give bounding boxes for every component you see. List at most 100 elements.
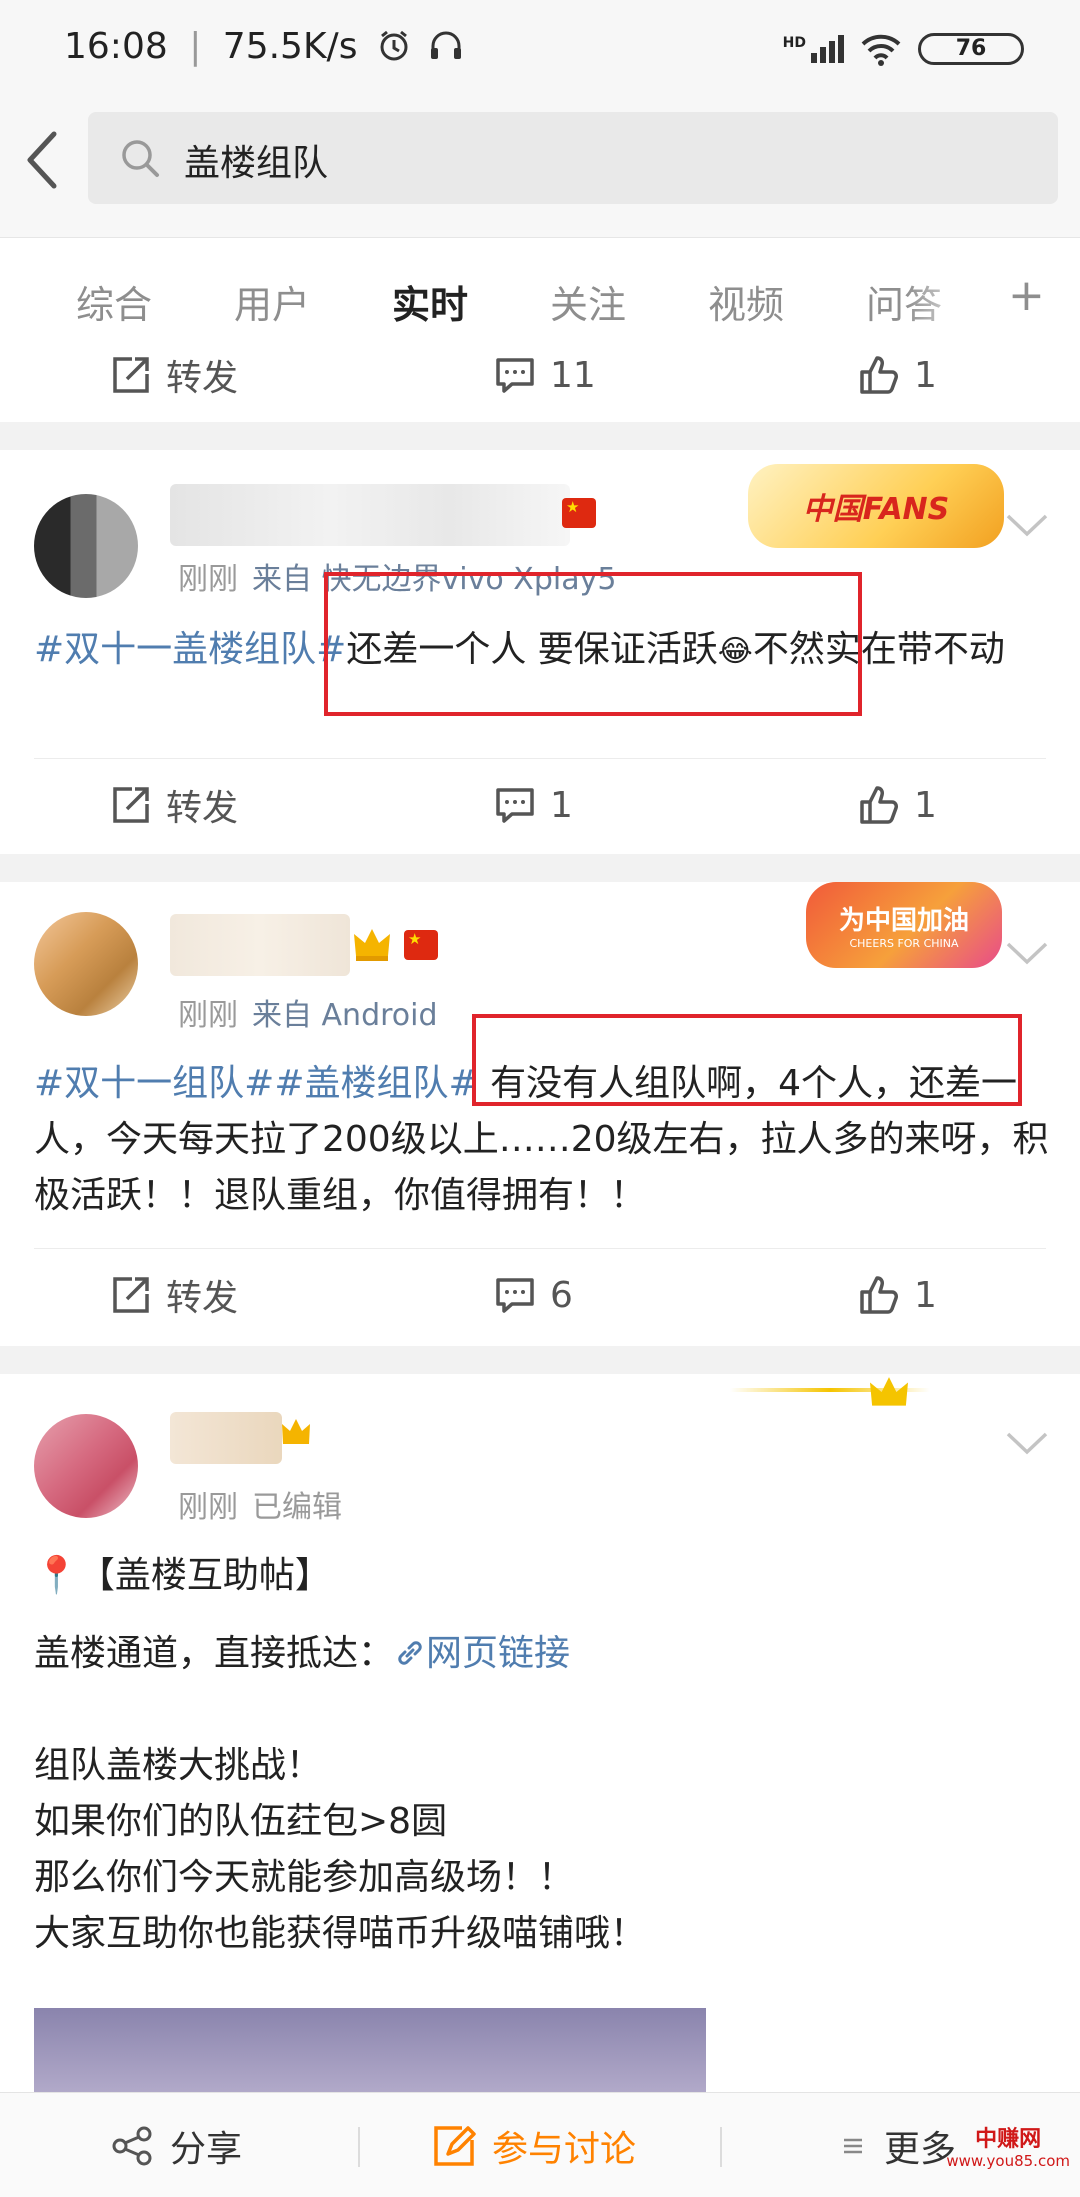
alarm-icon <box>380 30 408 61</box>
comment-button[interactable]: 1 <box>494 782 573 828</box>
share-label: 分享 <box>170 2129 243 2170</box>
status-bar: 16:08 | 75.5K/s HD 76 <box>0 0 1080 100</box>
hd-signal-icon: HD <box>783 35 844 63</box>
more-label: 更多 <box>884 2129 957 2170</box>
feed-post: 刚刚 已编辑 📍【盖楼互助帖】 盖楼通道，直接抵达： 网页链接 组队盖楼大挑战！ 如… <box>0 1374 1080 2092</box>
tab-fade <box>905 258 985 338</box>
like-button[interactable]: 1 <box>858 782 937 828</box>
hd-label: HD <box>782 35 806 51</box>
highlight-annotation <box>472 1014 1022 1106</box>
search-input[interactable]: 盖楼组队 <box>88 112 1058 204</box>
divider <box>720 2127 722 2167</box>
comment-count: 6 <box>550 1274 573 1316</box>
repost-icon <box>113 357 149 393</box>
post-line: 大家互助你也能获得喵币升级喵铺哦！ <box>34 1913 647 1954</box>
post-line: 组队盖楼大挑战！ <box>34 1745 323 1786</box>
post-edited: 已编辑 <box>252 1490 342 1525</box>
post-body: 📍【盖楼互助帖】 盖楼通道，直接抵达： 网页链接 组队盖楼大挑战！ 如果你们的队伍… <box>34 1548 1054 1962</box>
repost-button[interactable]: 转发 <box>110 1272 239 1319</box>
top-post-actions: 转发 11 1 <box>0 330 1080 420</box>
chevron-down-icon[interactable] <box>1004 510 1050 540</box>
post-actions: 转发 6 1 <box>0 1250 1080 1340</box>
post-source: 来自 Android <box>252 998 438 1033</box>
post-meta: 刚刚 来自 Android <box>178 990 438 1034</box>
repost-label: 转发 <box>166 1278 239 1319</box>
share-button[interactable]: 分享 <box>110 2123 243 2170</box>
tab-video[interactable]: 视频 <box>708 274 784 329</box>
repost-button[interactable]: 转发 <box>110 352 238 399</box>
topic-link[interactable]: #双十一组队# <box>34 1063 274 1104</box>
tab-users[interactable]: 用户 <box>234 274 310 329</box>
like-button[interactable]: 1 <box>858 1272 937 1318</box>
username-blurred[interactable] <box>170 484 570 546</box>
avatar[interactable] <box>34 1414 138 1518</box>
search-icon <box>122 140 159 177</box>
menu-icon <box>844 2138 862 2154</box>
status-right-group: HD 76 <box>783 26 1024 72</box>
like-button[interactable]: 1 <box>858 352 937 398</box>
topic-link[interactable]: #盖楼组队# <box>274 1063 478 1104</box>
share-icon <box>112 2126 152 2166</box>
repost-button[interactable]: 转发 <box>110 782 239 829</box>
watermark-url: www.you85.com <box>946 2152 1070 2170</box>
highlight-annotation <box>324 572 862 716</box>
comment-count: 11 <box>550 354 596 396</box>
chevron-down-icon[interactable] <box>1004 1428 1050 1458</box>
post-time: 刚刚 <box>178 562 238 597</box>
feed-separator <box>0 1346 1080 1374</box>
web-link-label: 网页链接 <box>426 1633 571 1674</box>
tab-comprehensive[interactable]: 综合 <box>76 274 152 329</box>
post-title: 【盖楼互助帖】 <box>78 1555 331 1596</box>
web-link[interactable]: 网页链接 <box>394 1633 570 1674</box>
repost-icon <box>113 1277 149 1313</box>
tab-realtime[interactable]: 实时 <box>392 274 468 329</box>
headphones-icon <box>431 31 462 59</box>
comment-button[interactable]: 11 <box>494 352 596 398</box>
vip-badge-icon <box>282 1419 310 1444</box>
fans-badge-label: 中国FANS <box>802 492 950 527</box>
watermark-title: 中赚网 <box>975 2127 1042 2152</box>
post-actions: 转发 1 1 <box>0 760 1080 850</box>
crown-icon <box>870 1377 908 1406</box>
topic-link[interactable]: #双十一盖楼组队# <box>34 629 346 670</box>
chevron-left-icon <box>27 131 57 189</box>
clock-time: 16:08 <box>64 26 168 67</box>
add-tab-button[interactable]: + <box>1008 270 1045 321</box>
fans-badge: 中国FANS <box>748 464 1004 548</box>
crown-icon <box>354 929 390 961</box>
chevron-down-icon[interactable] <box>1004 938 1050 968</box>
repost-icon <box>113 787 149 823</box>
wifi-icon <box>861 34 901 66</box>
search-header: 盖楼组队 <box>0 100 1080 238</box>
link-icon <box>398 1641 422 1665</box>
post-time: 刚刚 <box>178 998 238 1033</box>
repost-label: 转发 <box>166 788 239 829</box>
divider <box>34 758 1046 759</box>
post-image[interactable] <box>34 2008 706 2092</box>
avatar[interactable] <box>34 494 138 598</box>
post-title-line: 📍【盖楼互助帖】 <box>34 1548 1054 1604</box>
thumbs-up-icon <box>860 786 898 824</box>
china-flag-icon <box>562 498 596 528</box>
feed-post: 为中国加油 CHEERS FOR CHINA 刚刚来自 Android #双十一… <box>0 882 1080 1346</box>
avatar[interactable] <box>34 912 138 1016</box>
edit-icon <box>434 2126 476 2166</box>
like-count: 1 <box>914 1274 937 1316</box>
thumbs-up-icon <box>860 356 898 394</box>
channel-line: 盖楼通道，直接抵达： 网页链接 <box>34 1626 1054 1682</box>
more-button[interactable]: 更多 <box>838 2123 957 2170</box>
divider <box>34 1248 1046 1249</box>
comment-icon <box>496 358 534 393</box>
china-flag-icon <box>404 930 438 960</box>
username-blurred[interactable] <box>170 1412 282 1464</box>
like-count: 1 <box>914 784 937 826</box>
feed-separator <box>0 422 1080 450</box>
comment-button[interactable]: 6 <box>494 1272 573 1318</box>
join-discussion-button[interactable]: 参与讨论 <box>432 2123 636 2170</box>
bottom-action-bar: 分享 参与讨论 更多 中赚网 www.you85.com <box>0 2092 1080 2197</box>
comment-count: 1 <box>550 784 573 826</box>
feed-separator <box>0 854 1080 882</box>
username-blurred[interactable] <box>170 914 350 976</box>
back-button[interactable] <box>22 130 82 200</box>
tab-following[interactable]: 关注 <box>550 274 626 329</box>
